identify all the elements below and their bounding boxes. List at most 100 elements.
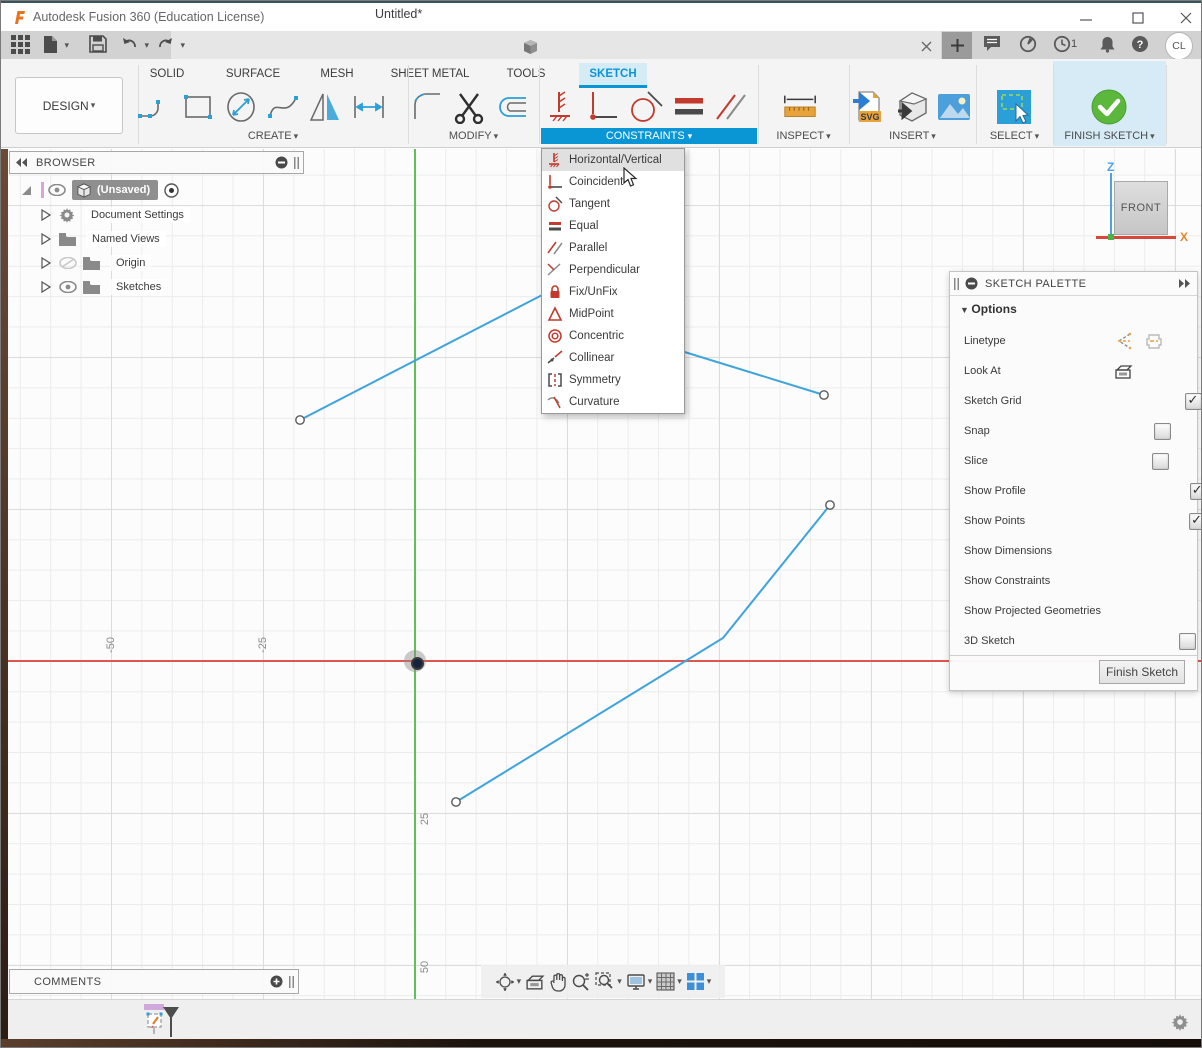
show-profile-checkbox[interactable] — [1189, 482, 1201, 500]
options-section-header[interactable]: ▼ Options — [960, 302, 1017, 316]
menu-item-horizontal-vertical[interactable]: Horizontal/Vertical — [542, 149, 684, 171]
menu-item-symmetry[interactable]: Symmetry — [542, 369, 684, 391]
menu-item-coincident[interactable]: Coincident — [542, 171, 684, 193]
expand-arrow-icon[interactable] — [39, 208, 51, 222]
measure-tool-icon[interactable] — [781, 89, 819, 125]
tree-item-label[interactable]: Document Settings — [85, 207, 190, 223]
comments-drag-handle[interactable] — [289, 975, 294, 988]
job-status-clock-icon[interactable]: 1 — [1053, 35, 1077, 53]
extensions-icon[interactable] — [1019, 35, 1037, 53]
palette-remove-icon[interactable] — [965, 277, 978, 290]
tab-mesh[interactable]: MESH — [309, 63, 365, 85]
horizontal-vertical-constraint-icon[interactable] — [542, 89, 580, 125]
browser-drag-handle[interactable] — [294, 156, 299, 169]
activate-radio-icon[interactable] — [164, 182, 179, 198]
group-modify[interactable]: MODIFY — [408, 128, 539, 144]
finish-sketch-button[interactable]: Finish Sketch — [1099, 660, 1185, 684]
viewcube-front-face[interactable]: FRONT — [1114, 181, 1168, 235]
insert-svg-icon[interactable]: SVG — [850, 89, 888, 125]
tree-item-label[interactable]: Named Views — [86, 231, 166, 247]
browser-collapse-icon[interactable] — [16, 158, 28, 167]
browser-item-sketches[interactable]: Sketches — [39, 277, 168, 297]
fillet-tool-icon[interactable] — [410, 89, 448, 125]
circle-tool-icon[interactable] — [222, 89, 260, 125]
comments-bar[interactable]: COMMENTS — [9, 969, 299, 994]
browser-remove-icon[interactable] — [275, 156, 288, 169]
offset-tool-icon[interactable] — [492, 89, 530, 125]
browser-item-document-settings[interactable]: Document Settings — [39, 205, 190, 225]
comments-icon[interactable] — [983, 35, 1001, 52]
notifications-bell-icon[interactable] — [1099, 35, 1116, 53]
slice-checkbox[interactable] — [1151, 452, 1169, 470]
close-button[interactable] — [1169, 7, 1201, 29]
mirror-tool-icon[interactable] — [307, 89, 345, 125]
group-inspect[interactable]: INSPECT — [758, 128, 849, 144]
construction-linetype-icon[interactable] — [1114, 331, 1134, 351]
show-points-checkbox[interactable] — [1189, 512, 1201, 530]
expand-arrow-icon[interactable] — [39, 256, 51, 270]
rectangle-tool-icon[interactable] — [179, 89, 217, 125]
palette-collapse-icon[interactable] — [1179, 279, 1191, 288]
visibility-eye-icon[interactable] — [59, 281, 77, 293]
group-finish-sketch[interactable]: FINISH SKETCH — [1053, 128, 1166, 144]
workspace-selector[interactable]: DESIGN — [15, 77, 123, 134]
pan-icon[interactable] — [549, 972, 567, 992]
expand-arrow-icon[interactable] — [19, 183, 33, 197]
document-tab[interactable] — [171, 31, 941, 59]
look-at-nav-icon[interactable] — [525, 973, 545, 991]
menu-item-midpoint[interactable]: MidPoint — [542, 303, 684, 325]
menu-item-tangent[interactable]: Tangent — [542, 193, 684, 215]
menu-item-collinear[interactable]: Collinear — [542, 347, 684, 369]
tree-item-label[interactable]: Origin — [110, 255, 152, 271]
timeline-position-marker[interactable] — [161, 1006, 181, 1038]
expand-arrow-icon[interactable] — [39, 232, 51, 246]
root-document-pill[interactable]: (Unsaved) — [72, 180, 159, 200]
app-grid-menu-icon[interactable] — [11, 35, 30, 54]
tab-solid[interactable]: SOLID — [141, 63, 193, 85]
line-tool-icon[interactable] — [134, 89, 172, 125]
snap-checkbox[interactable] — [1153, 422, 1171, 440]
file-menu-icon[interactable] — [43, 35, 69, 54]
3d-sketch-checkbox[interactable] — [1178, 632, 1196, 650]
tangent-constraint-icon[interactable] — [627, 89, 665, 125]
menu-item-perpendicular[interactable]: Perpendicular — [542, 259, 684, 281]
projected-linetype-icon[interactable] — [1144, 331, 1164, 351]
tab-tools[interactable]: TOOLS — [499, 63, 553, 85]
insert-mesh-icon[interactable] — [893, 89, 931, 125]
visibility-off-eye-icon[interactable] — [59, 257, 77, 269]
zoom-icon[interactable] — [571, 972, 591, 992]
dimension-tool-icon[interactable] — [350, 89, 388, 125]
coincident-constraint-icon[interactable] — [584, 89, 622, 125]
orbit-icon[interactable] — [495, 972, 522, 992]
viewcube[interactable]: Z FRONT X — [1086, 156, 1196, 251]
tree-item-label[interactable]: Sketches — [110, 279, 168, 295]
settings-gear-icon[interactable] — [1171, 1013, 1189, 1031]
insert-canvas-icon[interactable] — [935, 89, 973, 125]
undo-icon[interactable] — [121, 35, 149, 53]
viewports-icon[interactable] — [686, 972, 712, 991]
redo-icon[interactable] — [157, 35, 185, 53]
zoom-window-icon[interactable] — [595, 971, 622, 992]
save-icon[interactable] — [89, 35, 107, 53]
new-tab-button[interactable] — [942, 32, 972, 59]
tab-sketch[interactable]: SKETCH — [579, 63, 647, 88]
spline-tool-icon[interactable] — [265, 89, 303, 125]
origin-point[interactable] — [410, 656, 424, 670]
finish-sketch-icon[interactable] — [1090, 89, 1128, 125]
trim-tool-icon[interactable] — [450, 89, 488, 125]
expand-arrow-icon[interactable] — [39, 280, 51, 294]
grid-settings-icon[interactable] — [656, 972, 682, 991]
avatar[interactable]: CL — [1165, 32, 1193, 60]
parallel-constraint-icon[interactable] — [712, 89, 750, 125]
tab-sheet-metal[interactable]: SHEET METAL — [383, 63, 477, 85]
group-constraints[interactable]: CONSTRAINTS — [541, 128, 757, 144]
equal-constraint-icon[interactable] — [670, 89, 708, 125]
browser-item-named-views[interactable]: Named Views — [39, 229, 166, 249]
add-comment-icon[interactable] — [270, 975, 283, 988]
visibility-eye-icon[interactable] — [48, 184, 66, 196]
browser-panel-header[interactable]: BROWSER — [9, 151, 304, 174]
group-create[interactable]: CREATE — [138, 128, 408, 144]
browser-root-row[interactable]: (Unsaved) — [19, 180, 179, 200]
menu-item-equal[interactable]: Equal — [542, 215, 684, 237]
menu-item-curvature[interactable]: Curvature — [542, 391, 684, 413]
